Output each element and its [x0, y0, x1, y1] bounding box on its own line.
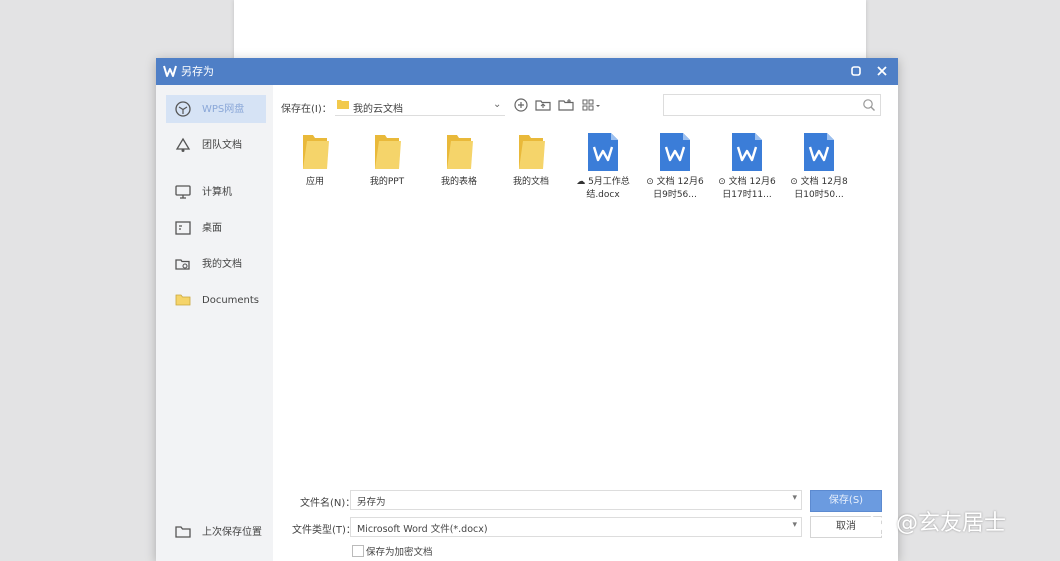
wps-document-icon — [804, 133, 834, 171]
new-folder-icon[interactable] — [558, 97, 574, 113]
sidebar: WPS网盘 团队文档 计算机 桌面 我的文档 Documents 上次保存位置 — [156, 85, 273, 561]
computer-icon — [175, 185, 191, 199]
chevron-down-icon: ▾ — [792, 493, 797, 503]
folder-outline-icon — [175, 526, 191, 538]
sidebar-item-my-documents[interactable]: 我的文档 — [166, 250, 266, 278]
up-folder-icon[interactable] — [535, 97, 551, 113]
chevron-down-icon: ▾ — [792, 520, 797, 530]
team-icon — [175, 137, 191, 152]
sidebar-item-label: Documents — [202, 295, 260, 306]
filetype-value: Microsoft Word 文件(*.docx) — [357, 524, 488, 535]
wps-document-icon — [660, 133, 690, 171]
sidebar-item-label: 计算机 — [202, 187, 232, 198]
encrypt-checkbox-label: 保存为加密文档 — [366, 547, 433, 558]
folder-icon — [303, 135, 329, 169]
sidebar-item-label: 桌面 — [202, 223, 222, 234]
filename-value: 另存为 — [357, 497, 386, 508]
wps-document-icon — [588, 133, 618, 171]
filename-label: 文件名(N)： — [300, 498, 356, 509]
save-in-dropdown[interactable]: 我的云文档 ⌄ — [335, 95, 505, 116]
folder-icon — [447, 135, 473, 169]
folder-item-my-sheets[interactable]: 我的表格 — [423, 129, 495, 209]
file-item-doc-dec6-1711[interactable]: ⊙ 文档 12月6 日17时11... — [711, 129, 783, 209]
sidebar-item-label: 我的文档 — [202, 259, 242, 270]
last-save-location[interactable]: 上次保存位置 — [166, 518, 266, 546]
file-item-doc-dec8-1050[interactable]: ⊙ 文档 12月8 日10时50... — [783, 129, 855, 209]
wps-document-icon — [732, 133, 762, 171]
sidebar-item-documents[interactable]: Documents — [166, 286, 266, 314]
folder-item-apps[interactable]: 应用 — [279, 129, 351, 209]
view-menu-icon[interactable] — [581, 97, 603, 113]
file-name: ⊙ 文档 12月6 日9时56... — [646, 177, 704, 200]
desktop-icon — [175, 221, 191, 235]
file-name: 我的表格 — [440, 177, 477, 187]
back-icon[interactable] — [513, 97, 529, 113]
file-name: 应用 — [305, 177, 324, 187]
my-docs-icon — [175, 259, 190, 270]
close-icon — [877, 66, 887, 76]
file-name: 我的PPT — [369, 177, 405, 187]
search-icon — [863, 99, 875, 111]
save-in-value: 我的云文档 — [353, 104, 403, 115]
search-input[interactable] — [663, 94, 881, 116]
sidebar-item-computer[interactable]: 计算机 — [166, 178, 266, 206]
file-name: ⊙ 文档 12月8 日10时50... — [790, 177, 848, 200]
folder-icon — [175, 294, 191, 306]
sidebar-item-desktop[interactable]: 桌面 — [166, 214, 266, 242]
maximize-button[interactable] — [848, 63, 864, 79]
chevron-down-icon: ⌄ — [493, 99, 502, 110]
folder-item-my-ppt[interactable]: 我的PPT — [351, 129, 423, 209]
close-button[interactable] — [874, 63, 890, 79]
watermark: @玄友居士 — [868, 508, 1048, 540]
sidebar-item-team-docs[interactable]: 团队文档 — [166, 131, 266, 159]
folder-icon — [337, 100, 349, 109]
folder-icon — [519, 135, 545, 169]
save-in-label: 保存在(I)： — [281, 104, 332, 115]
filetype-label: 文件类型(T)： — [292, 525, 356, 536]
paw-icon — [868, 512, 892, 536]
encrypt-checkbox[interactable] — [352, 545, 364, 557]
watermark-text: @玄友居士 — [896, 511, 1007, 536]
file-name: 我的文档 — [512, 177, 549, 187]
file-item-may-summary[interactable]: ☁ 5月工作总 结.docx — [567, 129, 639, 209]
wps-logo-icon — [163, 65, 177, 77]
maximize-icon — [851, 66, 861, 76]
folder-item-my-docs[interactable]: 我的文档 — [495, 129, 567, 209]
title-bar: 另存为 — [156, 58, 898, 85]
document-page-background — [234, 0, 866, 60]
filetype-select[interactable]: Microsoft Word 文件(*.docx) ▾ — [350, 517, 802, 537]
file-name: ⊙ 文档 12月6 日17时11... — [718, 177, 776, 200]
window-title: 另存为 — [181, 65, 214, 78]
sidebar-item-label: WPS网盘 — [202, 104, 245, 115]
filename-input[interactable]: 另存为 ▾ — [350, 490, 802, 510]
last-save-location-label: 上次保存位置 — [202, 527, 262, 538]
sidebar-item-label: 团队文档 — [202, 140, 242, 151]
cube-icon — [175, 101, 191, 117]
sidebar-item-wps-cloud[interactable]: WPS网盘 — [166, 95, 266, 123]
file-item-doc-dec6-0956[interactable]: ⊙ 文档 12月6 日9时56... — [639, 129, 711, 209]
save-as-dialog: 另存为 WPS网盘 团队文档 计算机 桌面 我的文档 Documents 上次保… — [156, 58, 898, 561]
file-name: ☁ 5月工作总 结.docx — [576, 177, 630, 200]
folder-icon — [375, 135, 401, 169]
